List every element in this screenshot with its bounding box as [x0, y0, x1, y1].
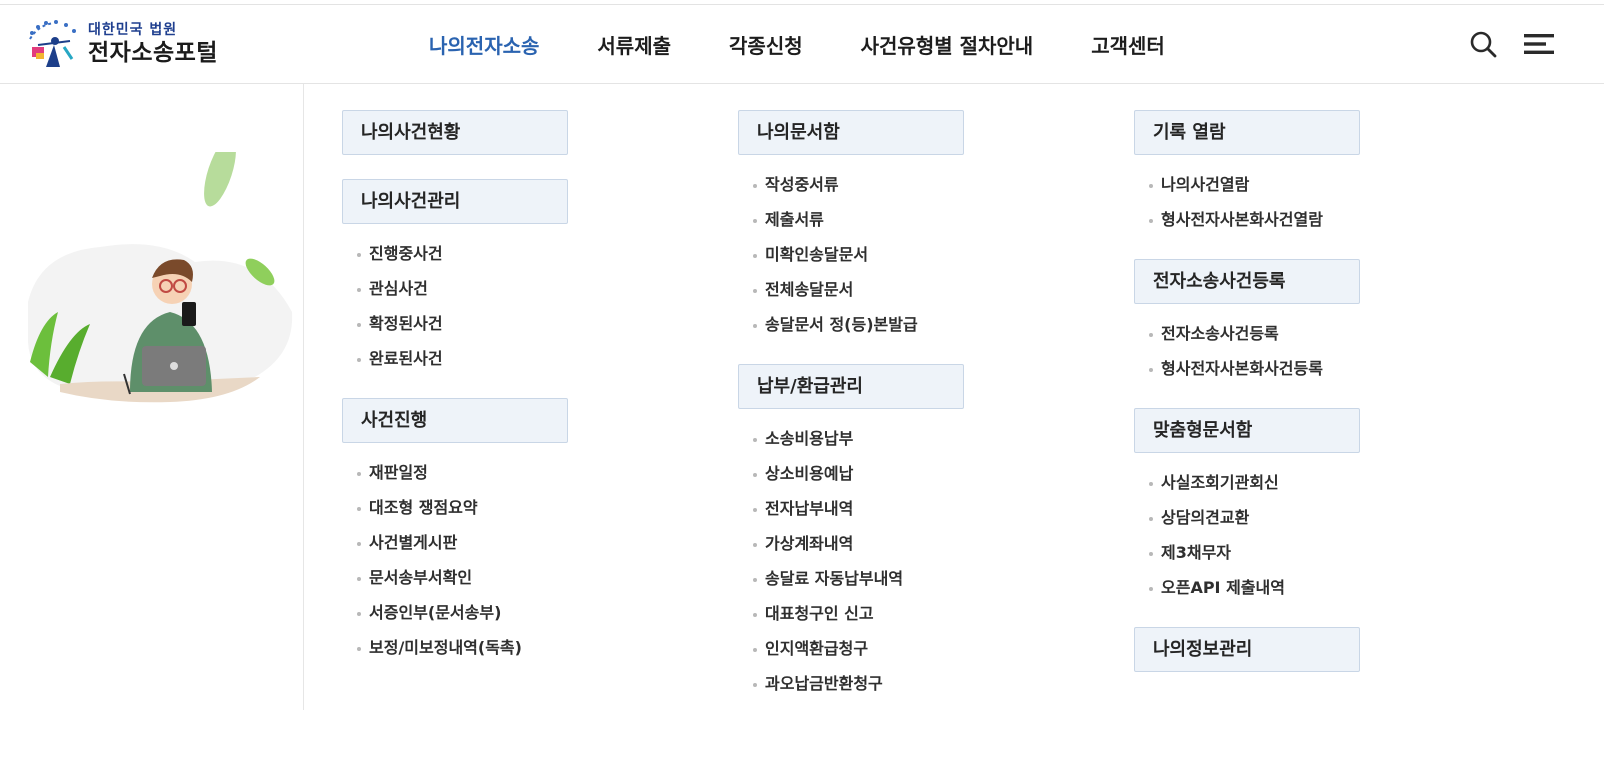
illustration-panel [0, 84, 304, 710]
nav-customer-center[interactable]: 고객센터 [1091, 30, 1165, 59]
menu-item[interactable]: 제출서류 [738, 202, 918, 237]
menu-item[interactable]: 가상계좌내역 [738, 526, 903, 561]
menu-category[interactable]: 나의문서함 [738, 110, 964, 155]
menu-item[interactable]: 문서송부서확인 [342, 560, 522, 595]
menu-item[interactable]: 전체송달문서 [738, 272, 918, 307]
menu-item[interactable]: 보정/미보정내역(독촉) [342, 630, 522, 665]
menu-item[interactable]: 상담의견교환 [1134, 500, 1285, 535]
mega-menu-panel: 나의사건현황 나의사건관리 진행중사건 관심사건 확정된사건 완료된사건 사건진행 재판일정 대… [0, 84, 1604, 710]
menu-item[interactable]: 사건별게시판 [342, 525, 522, 560]
nav-procedure-guide[interactable]: 사건유형별 절차안내 [861, 30, 1034, 59]
menu-category[interactable]: 나의사건관리 [342, 179, 568, 224]
menu-item[interactable]: 송달료 자동납부내역 [738, 561, 903, 596]
menu-item[interactable]: 인지액환급청구 [738, 631, 903, 666]
menu-item-list: 소송비용납부 상소비용예납 전자납부내역 가상계좌내역 송달료 자동납부내역 대표청구인 … [738, 421, 903, 701]
menu-item[interactable]: 사실조회기관회신 [1134, 465, 1285, 500]
nav-document-submission[interactable]: 서류제출 [597, 30, 671, 59]
menu-item[interactable]: 작성중서류 [738, 167, 918, 202]
menu-category[interactable]: 나의정보관리 [1134, 627, 1360, 672]
logo-subtitle: 대한민국 법원 [88, 22, 178, 39]
person-with-laptop-illustration [20, 137, 300, 412]
menu-item-list: 나의사건열람 형사전자사본화사건열람 [1134, 167, 1323, 237]
site-logo[interactable]: 대한민국 법원 전자소송포털 [24, 17, 244, 71]
search-icon[interactable] [1466, 27, 1500, 61]
menu-item-list: 사실조회기관회신 상담의견교환 제3채무자 오픈API 제출내역 [1134, 465, 1285, 605]
menu-category[interactable]: 전자소송사건등록 [1134, 259, 1360, 304]
nav-my-e-litigation[interactable]: 나의전자소송 [429, 30, 539, 59]
logo-title: 전자소송포털 [88, 39, 218, 66]
menu-item[interactable]: 나의사건열람 [1134, 167, 1323, 202]
nav-various-applications[interactable]: 각종신청 [729, 30, 803, 59]
menu-item[interactable]: 재판일정 [342, 455, 522, 490]
menu-category[interactable]: 맞춤형문서함 [1134, 408, 1360, 453]
court-emblem-icon [24, 17, 84, 71]
menu-item[interactable]: 진행중사건 [342, 236, 443, 271]
menu-item[interactable]: 확정된사건 [342, 306, 443, 341]
utility-menu [1466, 27, 1556, 61]
menu-item[interactable]: 상소비용예납 [738, 456, 903, 491]
menu-category[interactable]: 기록 열람 [1134, 110, 1360, 155]
menu-category[interactable]: 나의사건현황 [342, 110, 568, 155]
menu-item-list: 작성중서류 제출서류 미확인송달문서 전체송달문서 송달문서 정(등)본발급 [738, 167, 918, 342]
menu-item[interactable]: 형사전자사본화사건등록 [1134, 351, 1323, 386]
menu-item-list: 재판일정 대조형 쟁점요약 사건별게시판 문서송부서확인 서증인부(문서송부) 보정/미보… [342, 455, 522, 665]
menu-item[interactable]: 제3채무자 [1134, 535, 1285, 570]
menu-item[interactable]: 대조형 쟁점요약 [342, 490, 522, 525]
menu-item-list: 전자소송사건등록 형사전자사본화사건등록 [1134, 316, 1323, 386]
menu-item[interactable]: 대표청구인 신고 [738, 596, 903, 631]
main-navigation: 나의전자소송 서류제출 각종신청 사건유형별 절차안내 고객센터 [429, 5, 1165, 84]
menu-category[interactable]: 납부/환급관리 [738, 364, 964, 409]
menu-item[interactable]: 형사전자사본화사건열람 [1134, 202, 1323, 237]
site-header: 대한민국 법원 전자소송포털 나의전자소송 서류제출 각종신청 사건유형별 절차… [0, 5, 1604, 84]
menu-category[interactable]: 사건진행 [342, 398, 568, 443]
menu-item[interactable]: 관심사건 [342, 271, 443, 306]
menu-item[interactable]: 완료된사건 [342, 341, 443, 376]
menu-item[interactable]: 미확인송달문서 [738, 237, 918, 272]
menu-item[interactable]: 전자소송사건등록 [1134, 316, 1323, 351]
menu-item-list: 진행중사건 관심사건 확정된사건 완료된사건 [342, 236, 443, 376]
hamburger-menu-icon[interactable] [1522, 27, 1556, 61]
menu-item[interactable]: 서증인부(문서송부) [342, 595, 522, 630]
menu-item[interactable]: 오픈API 제출내역 [1134, 570, 1285, 605]
menu-item[interactable]: 전자납부내역 [738, 491, 903, 526]
menu-item[interactable]: 송달문서 정(등)본발급 [738, 307, 918, 342]
menu-item[interactable]: 과오납금반환청구 [738, 666, 903, 701]
menu-item[interactable]: 소송비용납부 [738, 421, 903, 456]
